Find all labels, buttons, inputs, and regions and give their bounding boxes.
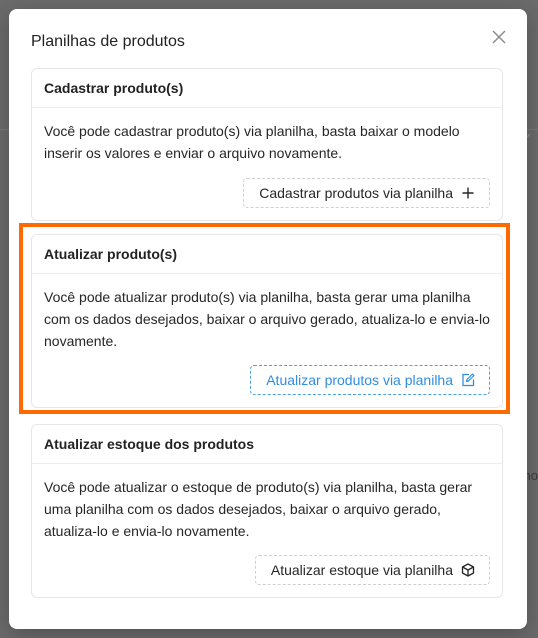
button-label: Cadastrar produtos via planilha (259, 185, 453, 201)
card-description: Você pode cadastrar produto(s) via plani… (44, 123, 460, 161)
card-title: Atualizar produto(s) (32, 235, 502, 274)
close-icon[interactable] (489, 27, 509, 47)
spreadsheet-modal: Planilhas de produtos Cadastrar produto(… (9, 9, 527, 629)
button-label: Atualizar produtos via planilha (266, 372, 453, 388)
modal-title: Planilhas de produtos (31, 33, 185, 50)
card-description: Você pode atualizar o estoque de produto… (44, 479, 473, 539)
card-update-products: Atualizar produto(s) Você pode atualizar… (31, 234, 503, 408)
register-products-button[interactable]: Cadastrar produtos via planilha (243, 178, 490, 208)
card-description: Você pode atualizar produto(s) via plani… (44, 289, 490, 349)
plus-icon (462, 187, 474, 199)
card-register-products: Cadastrar produto(s) Você pode cadastrar… (31, 68, 503, 221)
update-products-button[interactable]: Atualizar produtos via planilha (250, 365, 490, 395)
update-stock-button[interactable]: Atualizar estoque via planilha (254, 555, 490, 585)
card-update-stock: Atualizar estoque dos produtos Você pode… (31, 424, 503, 598)
card-title: Atualizar estoque dos produtos (32, 425, 502, 464)
card-title: Cadastrar produto(s) (32, 69, 502, 108)
button-label: Atualizar estoque via planilha (270, 562, 453, 578)
box-icon (461, 563, 475, 577)
edit-icon (462, 373, 475, 387)
